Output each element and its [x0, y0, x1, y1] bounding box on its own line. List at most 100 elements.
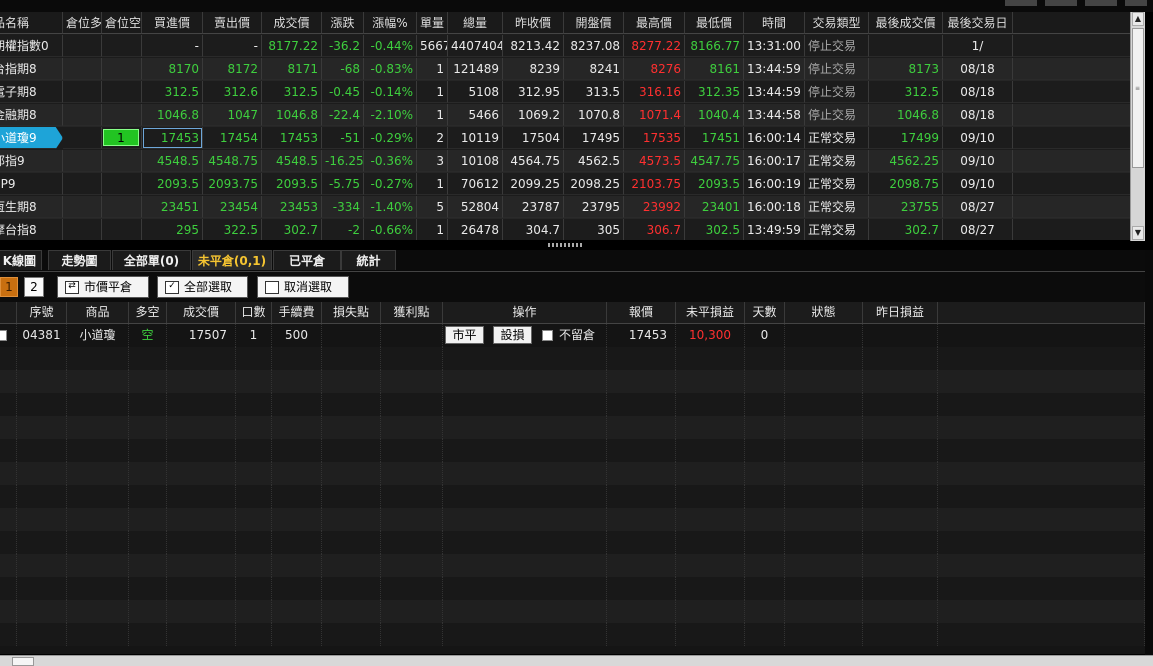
fee-cell — [272, 370, 322, 393]
id-cell — [17, 577, 67, 600]
last-trade-price-cell: 17499 — [869, 127, 943, 149]
product-name-cell[interactable]: 恆生期8 — [0, 196, 63, 218]
status-cell — [785, 439, 863, 462]
fee-cell — [272, 554, 322, 577]
quote-cell — [607, 531, 676, 554]
low-cell: 23401 — [685, 196, 744, 218]
pnl-cell — [676, 623, 745, 646]
product-name-cell[interactable]: 小道瓊9 — [0, 127, 63, 149]
low-cell: 8161 — [685, 58, 744, 80]
scroll-up-icon[interactable]: ▲ — [1132, 12, 1144, 26]
product-name-cell[interactable]: SP9 — [0, 173, 63, 195]
product-name-cell[interactable]: 金融期8 — [0, 104, 63, 126]
row-filler — [1013, 196, 1130, 218]
quote-row[interactable]: 恆生期8 234512345423453-334-1.40%55280423787… — [0, 196, 1130, 219]
product-name-cell[interactable]: 電子期8 — [0, 81, 63, 103]
no-hold-checkbox[interactable] — [542, 330, 553, 341]
quote-row[interactable]: SP92093.52093.752093.5-5.75-0.27%1706122… — [0, 173, 1130, 196]
tab-trend[interactable]: 走勢圖 — [48, 250, 111, 270]
qty-cell — [236, 462, 272, 485]
tab-all-orders[interactable]: 全部單(0) — [112, 250, 191, 270]
operation-cell — [443, 347, 607, 370]
row-checkbox[interactable] — [0, 330, 7, 341]
page-1-button[interactable]: 1 — [0, 277, 18, 297]
price-cell — [167, 462, 236, 485]
id-cell — [17, 347, 67, 370]
short-position-badge[interactable]: 1 — [103, 129, 139, 146]
empty-row — [0, 623, 1145, 646]
horizontal-scrollbar[interactable] — [0, 655, 1153, 666]
window-button[interactable] — [1125, 0, 1147, 6]
tab-statistics[interactable]: 統計 — [341, 250, 396, 270]
position-row[interactable]: 04381 小道瓊空 17507 1 500 市平 設損 不留倉 17453 10,300 0 — [0, 324, 1145, 347]
pnl-cell: 10,300 — [676, 324, 745, 347]
page-2-button[interactable]: 2 — [24, 277, 44, 297]
window-button[interactable] — [1045, 0, 1077, 6]
market-close-row-button[interactable]: 市平 — [445, 326, 484, 344]
splitter-handle[interactable] — [548, 243, 584, 247]
column-header: 最後成交價 — [869, 12, 943, 34]
prev-pnl-cell — [863, 531, 938, 554]
tick-volume-cell: 1 — [417, 81, 448, 103]
ask-cell: 4548.75 — [203, 150, 262, 172]
market-close-button[interactable]: ⇄ 市價平倉 — [57, 276, 149, 298]
deselect-button[interactable]: 取消選取 — [257, 276, 349, 298]
column-header: 最低價 — [685, 12, 744, 34]
column-header: 損失點 — [322, 302, 381, 323]
quote-row[interactable]: 台指期8 817081728171-68-0.83%112148982398241… — [0, 58, 1130, 81]
empty-row — [0, 416, 1145, 439]
qty-cell — [236, 577, 272, 600]
window-button[interactable] — [1005, 0, 1037, 6]
price-cell — [167, 416, 236, 439]
column-header: 買進價 — [142, 12, 203, 34]
quote-row[interactable]: 期權指數0--8177.22-36.2-0.44%566744074048213… — [0, 35, 1130, 58]
change-cell: -2 — [322, 219, 364, 240]
side-cell — [129, 554, 167, 577]
open-cell: 23795 — [564, 196, 624, 218]
scroll-down-icon[interactable]: ▼ — [1132, 226, 1144, 240]
last-cell: 312.5 — [262, 81, 322, 103]
product-name-cell[interactable]: 摩台指8 — [0, 219, 63, 240]
quote-row[interactable]: 電子期8312.5312.6312.5-0.45-0.14%15108312.9… — [0, 81, 1130, 104]
status-cell — [785, 623, 863, 646]
days-cell — [745, 554, 785, 577]
scroll-thumb[interactable] — [1132, 28, 1144, 168]
trade-type-cell: 正常交易 — [805, 196, 869, 218]
product-name-cell[interactable]: 期權指數0 — [0, 35, 63, 57]
quote-row[interactable]: 摩台指8295322.5302.7-2-0.66%126478304.73053… — [0, 219, 1130, 240]
tick-volume-cell: 3 — [417, 150, 448, 172]
short-position-cell — [102, 219, 142, 240]
tab-closed[interactable]: 已平倉 — [273, 250, 341, 270]
column-header-filler — [1013, 12, 1130, 34]
filler-cell — [938, 485, 1145, 508]
quote-scrollbar[interactable]: ▲ ≡ ▼ — [1130, 12, 1145, 241]
operation-cell — [443, 370, 607, 393]
prev-pnl-cell — [863, 554, 938, 577]
select-all-button[interactable]: ✓ 全部選取 — [157, 276, 248, 298]
quote-row[interactable]: 小道瓊91174531745417453-51-0.29%21011917504… — [0, 127, 1130, 150]
pnl-cell — [676, 370, 745, 393]
prev-close-cell: 23787 — [503, 196, 564, 218]
tab-open-positions[interactable]: 未平倉(0,1) — [192, 250, 272, 270]
low-cell: 2093.5 — [685, 173, 744, 195]
ask-cell: - — [203, 35, 262, 57]
profit-cell — [381, 370, 443, 393]
tab-kline[interactable]: K線圖 — [0, 250, 42, 270]
change-cell: -68 — [322, 58, 364, 80]
column-header: 昨日損益 — [863, 302, 938, 323]
days-cell — [745, 485, 785, 508]
filler-cell — [938, 531, 1145, 554]
quote-row[interactable]: 金融期81046.810471046.8-22.4-2.10%154661069… — [0, 104, 1130, 127]
open-cell: 8241 — [564, 58, 624, 80]
product-name-cell[interactable]: 那指9 — [0, 150, 63, 172]
quote-row[interactable]: 那指94548.54548.754548.5-16.25-0.36%310108… — [0, 150, 1130, 173]
last-trade-price-cell: 302.7 — [869, 219, 943, 240]
status-cell — [785, 485, 863, 508]
loss-cell — [322, 577, 381, 600]
set-stop-loss-button[interactable]: 設損 — [493, 326, 532, 344]
product-name-cell[interactable]: 台指期8 — [0, 58, 63, 80]
product-cell — [67, 462, 129, 485]
row-filler — [1013, 127, 1130, 149]
quote-cell — [607, 577, 676, 600]
window-button[interactable] — [1085, 0, 1117, 6]
